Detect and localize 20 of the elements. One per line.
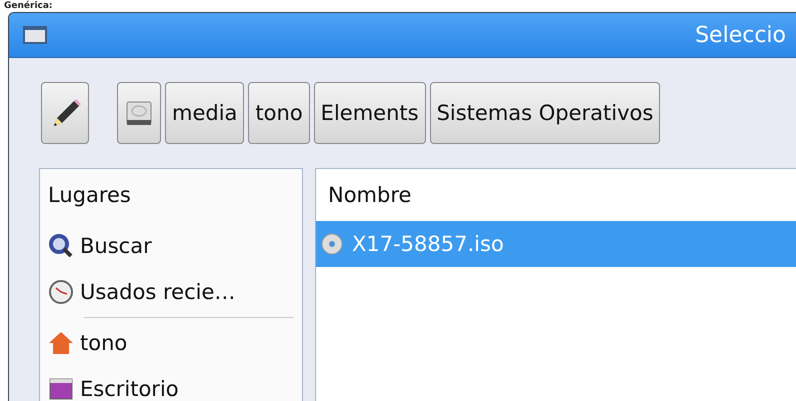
path-button[interactable]: Sistemas Operativos bbox=[430, 82, 660, 144]
place-item[interactable]: Buscar bbox=[48, 223, 294, 269]
home-icon bbox=[48, 330, 74, 356]
column-header[interactable]: Nombre bbox=[316, 183, 796, 221]
place-item[interactable]: tono bbox=[48, 320, 294, 366]
search-icon bbox=[48, 233, 74, 259]
path-button[interactable]: media bbox=[165, 82, 244, 144]
path-button[interactable]: Elements bbox=[314, 82, 426, 144]
path-button[interactable]: tono bbox=[248, 82, 310, 144]
places-heading: Lugares bbox=[48, 183, 132, 209]
disc-icon bbox=[320, 232, 344, 256]
caption-text: Genérica: bbox=[3, 0, 54, 12]
edit-location-button[interactable] bbox=[41, 82, 89, 144]
window-title: Seleccio bbox=[695, 22, 786, 48]
window-icon bbox=[23, 26, 47, 44]
drive-button[interactable] bbox=[117, 82, 161, 144]
desktop-icon bbox=[48, 376, 74, 401]
place-item[interactable]: Usados recie… bbox=[48, 269, 294, 315]
clock-icon bbox=[48, 279, 74, 305]
place-item[interactable]: Escritorio bbox=[48, 366, 294, 401]
